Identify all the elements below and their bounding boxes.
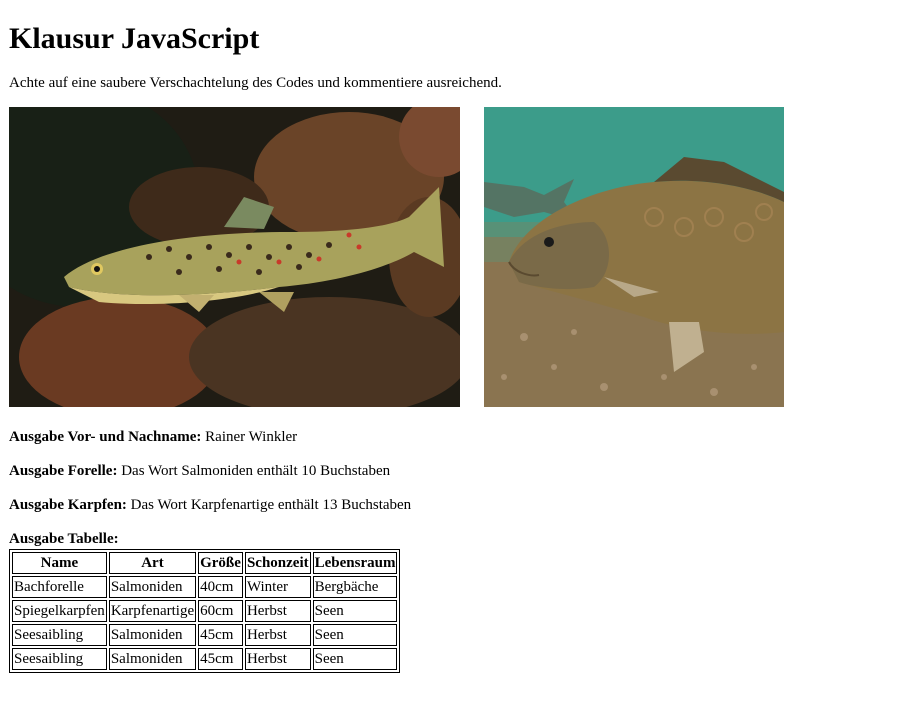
output-name-value: Rainer Winkler — [201, 429, 298, 445]
column-header: Name — [12, 552, 107, 574]
table-cell: Seen — [312, 648, 398, 670]
output-karpfen-label: Ausgabe Karpfen: — [9, 497, 127, 513]
output-name-label: Ausgabe Vor- und Nachname: — [9, 429, 202, 445]
output-forelle: Ausgabe Forelle: Das Wort Salmoniden ent… — [9, 462, 888, 480]
carp-image — [484, 107, 784, 407]
intro-text: Achte auf eine saubere Verschachtelung d… — [9, 75, 502, 91]
fish-images — [9, 107, 888, 407]
table-cell: Salmoniden — [108, 576, 197, 598]
table-cell: Seesaibling — [12, 648, 107, 670]
output-forelle-label: Ausgabe Forelle: — [9, 463, 118, 479]
table-cell: 40cm — [198, 576, 243, 598]
output-tabelle: Ausgabe Tabelle: — [9, 530, 888, 548]
output-karpfen: Ausgabe Karpfen: Das Wort Karpfenartige … — [9, 496, 888, 514]
table-cell: Seesaibling — [12, 624, 107, 646]
table-row: Seesaibling Salmoniden 45cm Herbst Seen — [12, 624, 398, 646]
page-title: Klausur JavaScript — [9, 22, 260, 55]
table-cell: Karpfenartige — [108, 600, 197, 622]
fish-table: Name Art Größe Schonzeit Lebensraum Bach… — [9, 549, 401, 673]
table-cell: Winter — [244, 576, 311, 598]
table-row: Spiegelkarpfen Karpfenartige 60cm Herbst… — [12, 600, 398, 622]
table-cell: Seen — [312, 600, 398, 622]
table-cell: 45cm — [198, 648, 243, 670]
table-cell: Herbst — [244, 624, 311, 646]
table-cell: Bergbäche — [312, 576, 398, 598]
output-forelle-value: Das Wort Salmoniden enthält 10 Buchstabe… — [117, 463, 391, 479]
output-name: Ausgabe Vor- und Nachname: Rainer Winkle… — [9, 428, 888, 446]
table-cell: Spiegelkarpfen — [12, 600, 107, 622]
output-karpfen-value: Das Wort Karpfenartige enthält 13 Buchst… — [126, 497, 412, 513]
trout-illustration — [9, 107, 460, 407]
output-tabelle-label: Ausgabe Tabelle: — [9, 531, 119, 547]
trout-image — [9, 107, 460, 407]
table-cell: Bachforelle — [12, 576, 107, 598]
table-row: Bachforelle Salmoniden 40cm Winter Bergb… — [12, 576, 398, 598]
table-cell: 60cm — [198, 600, 243, 622]
column-header: Schonzeit — [244, 552, 311, 574]
table-cell: Salmoniden — [108, 648, 197, 670]
column-header: Größe — [198, 552, 243, 574]
table-cell: Seen — [312, 624, 398, 646]
table-cell: 45cm — [198, 624, 243, 646]
table-header-row: Name Art Größe Schonzeit Lebensraum — [12, 552, 398, 574]
carp-illustration — [484, 107, 784, 407]
page: Klausur JavaScript Achte auf eine sauber… — [0, 0, 897, 673]
table-cell: Herbst — [244, 600, 311, 622]
table-cell: Herbst — [244, 648, 311, 670]
column-header: Lebensraum — [312, 552, 398, 574]
table-cell: Salmoniden — [108, 624, 197, 646]
table-row: Seesaibling Salmoniden 45cm Herbst Seen — [12, 648, 398, 670]
column-header: Art — [108, 552, 197, 574]
